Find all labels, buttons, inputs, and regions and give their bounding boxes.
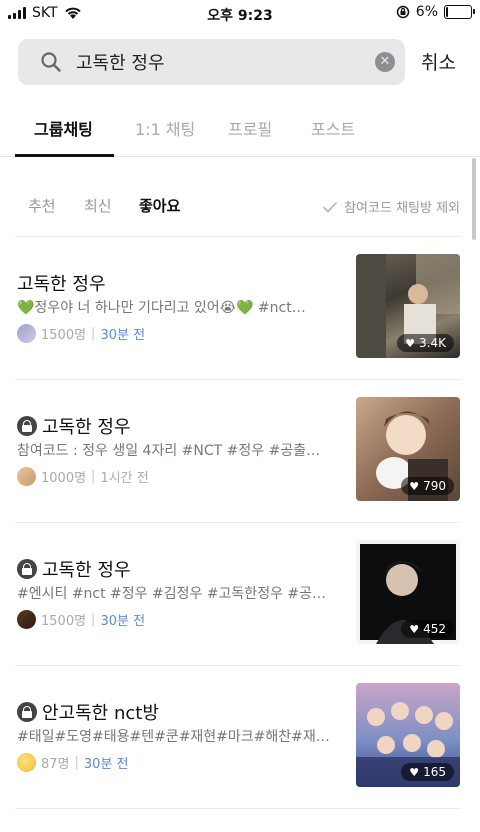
room-description: 참여코드 : 정우 생일 4자리 #NCT #정우 #공출… [17,443,321,459]
like-badge: ♥ 165 [401,763,454,781]
room-description: #태일#도영#태용#텐#쿤#재현#마크#해찬#재… [17,729,330,745]
room-title: 고독한 정우 [17,274,106,295]
avatar [17,324,36,343]
avatar [17,753,36,772]
room-title-row: 고독한 정우 [17,270,106,296]
search-input[interactable] [76,39,376,85]
tab-bar: 그룹채팅 1:1 채팅 프로필 포스트 [0,110,480,157]
orientation-lock-icon [396,5,410,19]
search-bar: ✕ [18,39,405,85]
cancel-button[interactable]: 취소 [421,48,456,75]
lock-icon [17,702,37,722]
room-meta: 1500명 | 30분 전 [17,610,145,629]
last-active: 30분 전 [83,757,129,772]
heart-icon: ♥ [409,479,420,493]
filter-latest[interactable]: 최신 [84,195,112,216]
room-thumbnail: ♥ 452 [356,540,460,644]
member-count: 87명 [41,757,70,772]
list-item[interactable]: 고독한 정우 💚정우야 너 하나만 기다리고 있어😭💚 #nct… 1500명 … [15,237,460,380]
room-thumbnail: ♥ 3.4K [356,254,460,358]
avatar [17,610,36,629]
status-bar: SKT 오후 9:23 6% [0,0,480,28]
heart-icon: ♥ [409,622,420,636]
last-active: 30분 전 [100,328,146,343]
sort-filters: 추천 최신 좋아요 참여코드 채팅방 제외 [0,195,480,235]
tab-active-indicator [15,154,114,157]
heart-icon: ♥ [409,765,420,779]
tab-post[interactable]: 포스트 [311,116,355,140]
member-count: 1000명 [41,471,87,486]
like-badge: ♥ 790 [401,477,454,495]
battery-percent: 6% [415,4,438,20]
exclude-label: 참여코드 채팅방 제외 [344,201,460,216]
room-meta: 1500명 | 30분 전 [17,324,145,343]
exclude-code-rooms-toggle[interactable]: 참여코드 채팅방 제외 [322,197,460,216]
clear-icon[interactable]: ✕ [375,52,395,72]
member-count: 1500명 [41,328,87,343]
room-meta: 1000명 | 1시간 전 [17,467,149,486]
room-title: 고독한 정우 [42,560,131,581]
lock-icon [17,559,37,579]
tab-group-chat[interactable]: 그룹채팅 [34,116,93,140]
filter-likes[interactable]: 좋아요 [139,195,180,216]
like-badge: ♥ 452 [401,620,454,638]
room-title-row: 고독한 정우 [17,413,131,439]
last-active: 1시간 전 [100,471,149,486]
chat-room-list: 고독한 정우 💚정우야 너 하나만 기다리고 있어😭💚 #nct… 1500명 … [0,237,480,809]
heart-icon: ♥ [405,336,416,350]
room-description: #엔시티 #nct #정우 #김정우 #고독한정우 #공… [17,586,327,602]
room-description: 💚정우야 너 하나만 기다리고 있어😭💚 #nct… [17,300,306,316]
avatar [17,467,36,486]
member-count: 1500명 [41,614,87,629]
room-meta: 87명 | 30분 전 [17,753,129,772]
battery-icon [444,5,475,19]
like-count: 452 [423,622,446,636]
list-item[interactable]: 고독한 정우 참여코드 : 정우 생일 4자리 #NCT #정우 #공출… 10… [15,380,460,523]
lock-icon [17,416,37,436]
tab-direct-chat[interactable]: 1:1 채팅 [135,116,195,140]
status-right: 6% [396,4,475,20]
room-title-row: 안고독한 nct방 [17,699,159,725]
like-count: 165 [423,765,446,779]
room-title: 안고독한 nct방 [42,703,159,724]
list-item[interactable]: 안고독한 nct방 #태일#도영#태용#텐#쿤#재현#마크#해찬#재… 87명 … [15,666,460,809]
room-thumbnail: ♥ 165 [356,683,460,787]
filter-recommended[interactable]: 추천 [28,195,56,216]
list-item[interactable]: 고독한 정우 #엔시티 #nct #정우 #김정우 #고독한정우 #공… 150… [15,523,460,666]
like-count: 790 [423,479,446,493]
like-count: 3.4K [419,336,446,350]
last-active: 30분 전 [100,614,146,629]
room-title-row: 고독한 정우 [17,556,131,582]
like-badge: ♥ 3.4K [397,334,454,352]
room-thumbnail: ♥ 790 [356,397,460,501]
tab-profile[interactable]: 프로필 [228,116,272,140]
room-title: 고독한 정우 [42,417,131,438]
search-icon [41,52,61,72]
check-icon [322,201,338,213]
